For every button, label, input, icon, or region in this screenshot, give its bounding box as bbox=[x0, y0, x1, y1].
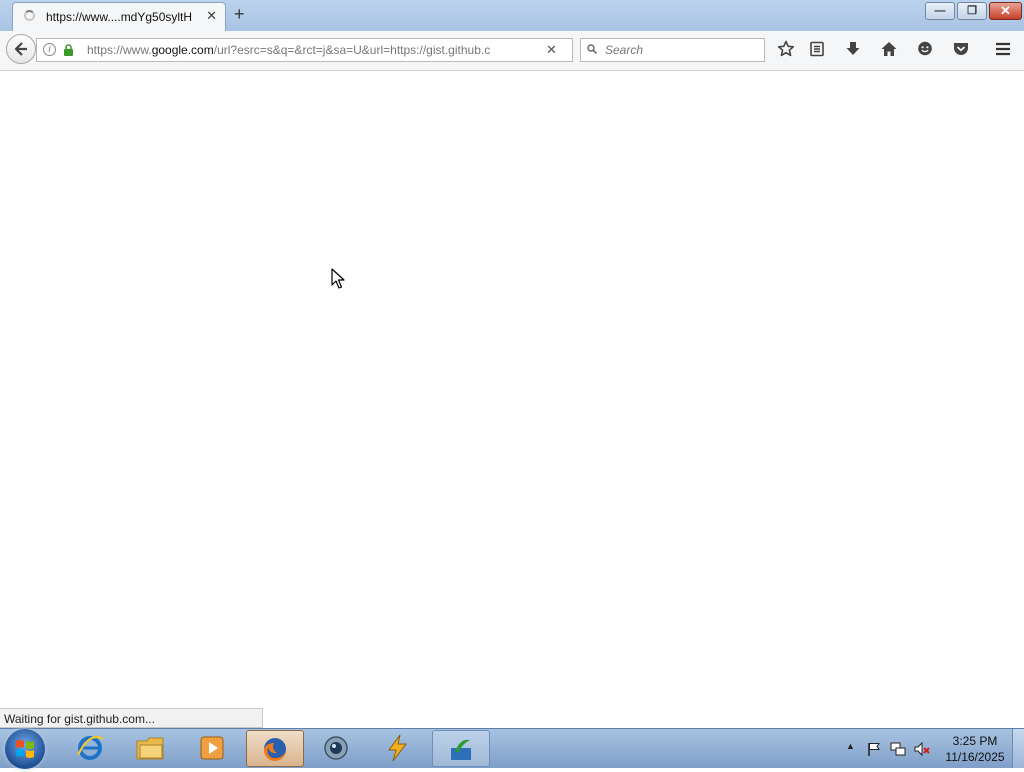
status-panel: Waiting for gist.github.com... bbox=[0, 708, 263, 728]
status-text: Waiting for gist.github.com... bbox=[4, 712, 155, 726]
winamp-icon bbox=[388, 734, 408, 762]
home-icon[interactable] bbox=[876, 37, 902, 63]
download-icon[interactable] bbox=[840, 37, 866, 63]
show-desktop-button[interactable] bbox=[1012, 729, 1024, 768]
network-icon[interactable] bbox=[890, 741, 906, 757]
hello-chat-icon[interactable] bbox=[912, 37, 938, 63]
search-bar[interactable]: Search bbox=[580, 38, 765, 62]
lock-icon bbox=[64, 44, 73, 56]
action-center-flag-icon[interactable] bbox=[866, 741, 882, 757]
clock-time: 3:25 PM bbox=[952, 734, 998, 748]
site-info-icon[interactable]: i bbox=[43, 43, 56, 56]
volume-muted-icon[interactable] bbox=[914, 741, 930, 757]
app-icon bbox=[451, 739, 471, 760]
url-bar[interactable]: i https://www.google.com/url?esrc=s&q=&r… bbox=[36, 38, 573, 62]
navigation-toolbar: i https://www.google.com/url?esrc=s&q=&r… bbox=[0, 31, 1024, 71]
minimize-button[interactable]: — bbox=[925, 2, 955, 20]
taskbar-media-player[interactable] bbox=[183, 730, 241, 767]
loading-throbber-icon bbox=[24, 10, 35, 21]
tab-title: https://www....mdYg50syltH bbox=[46, 10, 193, 24]
bookmark-star-icon[interactable] bbox=[773, 37, 799, 63]
taskbar-internet-explorer[interactable] bbox=[61, 730, 119, 767]
stop-loading-icon[interactable]: ✕ bbox=[546, 42, 557, 58]
close-tab-icon[interactable]: ✕ bbox=[206, 8, 217, 24]
close-window-button[interactable]: ✕ bbox=[989, 2, 1022, 20]
restore-button[interactable]: ❐ bbox=[957, 2, 987, 20]
search-placeholder: Search bbox=[605, 43, 644, 57]
start-button[interactable] bbox=[5, 729, 45, 769]
clock-date: 11/16/2025 bbox=[945, 750, 1005, 764]
new-tab-button[interactable]: + bbox=[234, 4, 245, 24]
file-explorer-icon bbox=[136, 737, 164, 760]
search-icon bbox=[587, 44, 597, 54]
url-text[interactable]: https://www.google.com/url?esrc=s&q=&rct… bbox=[87, 43, 490, 57]
reading-list-icon[interactable] bbox=[804, 37, 830, 63]
taskbar-winamp[interactable] bbox=[368, 730, 426, 767]
taskbar-firefox[interactable] bbox=[246, 730, 304, 767]
firefox-icon bbox=[263, 738, 286, 762]
page-content-area[interactable] bbox=[0, 71, 1024, 728]
mouse-pointer-icon bbox=[331, 268, 345, 289]
browser-tab[interactable]: https://www....mdYg50syltH ✕ bbox=[12, 2, 226, 31]
windows-taskbar: ▲ 3:25 PM 11/16/2025 bbox=[0, 728, 1024, 769]
internet-explorer-icon bbox=[77, 735, 104, 760]
taskbar-open-app[interactable] bbox=[432, 730, 490, 767]
taskbar-file-explorer[interactable] bbox=[122, 730, 180, 767]
back-button[interactable] bbox=[6, 34, 36, 64]
system-clock[interactable]: 3:25 PM 11/16/2025 bbox=[940, 733, 1010, 765]
back-arrow-icon bbox=[14, 42, 27, 56]
taskbar-network-app[interactable] bbox=[307, 730, 365, 767]
show-hidden-icons-button[interactable]: ▲ bbox=[846, 741, 855, 751]
windows-logo-icon bbox=[16, 740, 34, 758]
hamburger-menu-icon[interactable] bbox=[990, 37, 1016, 63]
pocket-icon[interactable] bbox=[948, 37, 974, 63]
browser-titlebar: https://www....mdYg50syltH ✕ + — ❐ ✕ bbox=[0, 0, 1024, 31]
network-app-icon bbox=[324, 736, 348, 760]
media-player-icon bbox=[200, 736, 224, 760]
